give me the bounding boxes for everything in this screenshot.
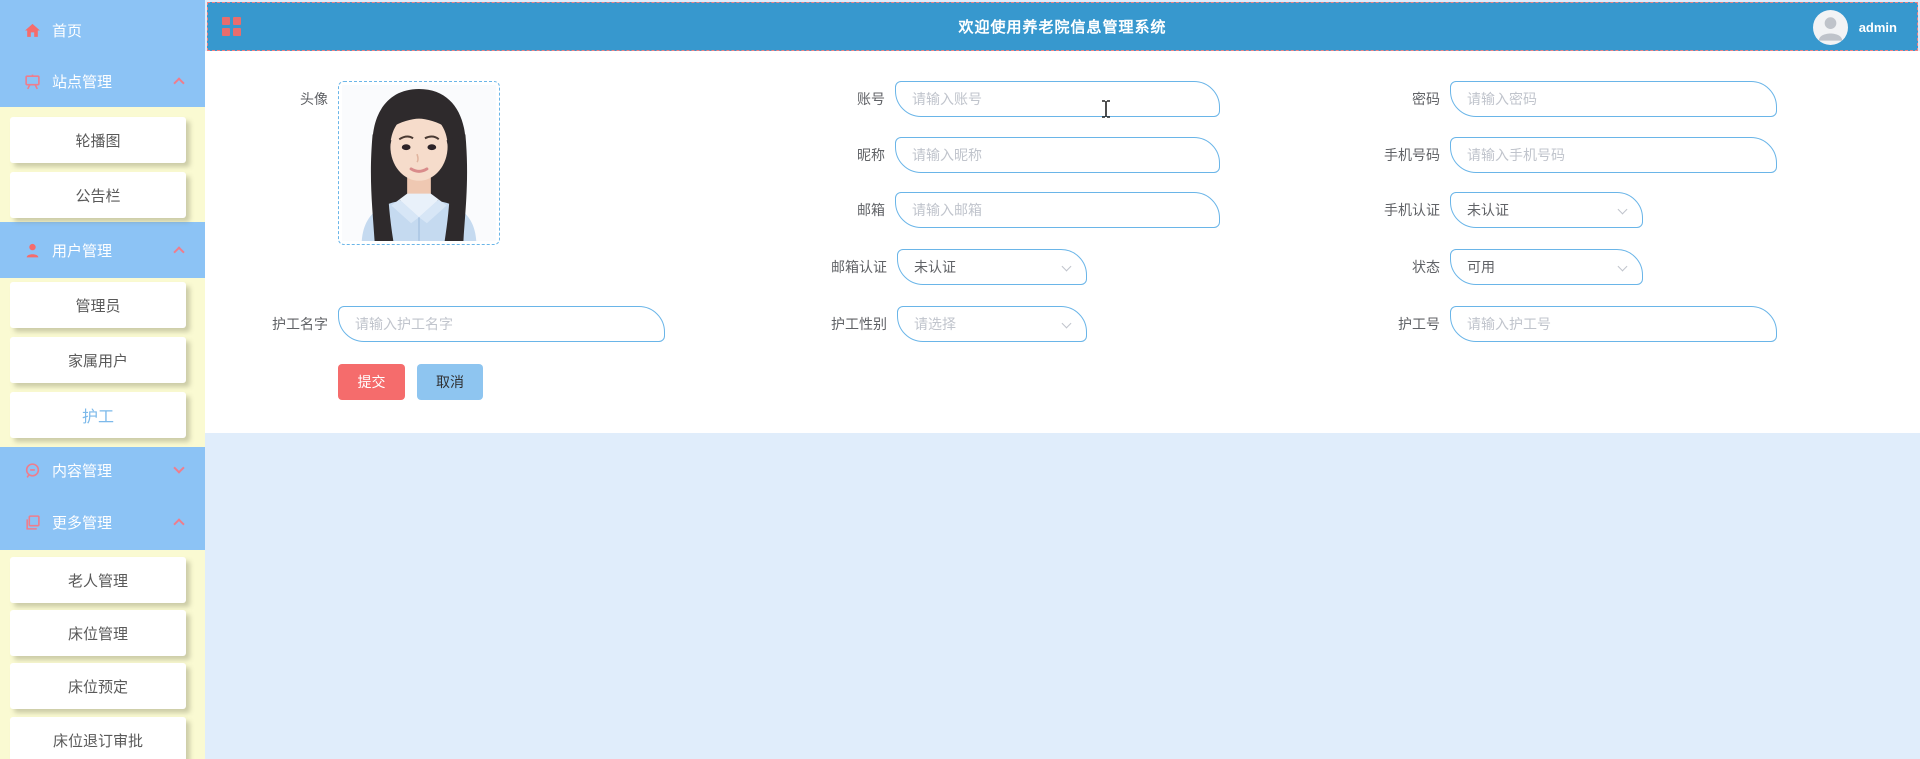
sidebar-item-family-users[interactable]: 家属用户 <box>10 337 186 383</box>
phone-input[interactable] <box>1450 137 1777 173</box>
email-input[interactable] <box>895 192 1220 228</box>
chevron-up-icon <box>173 77 185 89</box>
sidebar-item-bed-cancel-approval[interactable]: 床位退订审批 <box>10 717 186 759</box>
status-value: 可用 <box>1467 259 1495 275</box>
sidebar-item-label: 轮播图 <box>75 132 121 150</box>
sidebar-item-bulletin[interactable]: 公告栏 <box>10 172 186 218</box>
status-label: 状态 <box>1412 259 1440 275</box>
sidebar-item-caregivers[interactable]: 护工 <box>10 392 186 438</box>
sidebar-item-user-management[interactable]: 用户管理 <box>0 232 205 268</box>
password-label: 密码 <box>1412 91 1440 107</box>
password-input[interactable] <box>1450 81 1777 117</box>
caregiver-name-input[interactable] <box>338 306 665 342</box>
sidebar-item-label: 床位退订审批 <box>52 732 143 750</box>
presentation-icon <box>24 73 41 90</box>
email-auth-label: 邮箱认证 <box>831 259 887 275</box>
copy-icon <box>24 514 41 531</box>
username-label: admin <box>1858 20 1897 35</box>
account-label: 账号 <box>857 91 885 107</box>
caregiver-name-label: 护工名字 <box>272 316 328 332</box>
sidebar-item-label: 公告栏 <box>75 187 121 205</box>
caregiver-gender-select[interactable]: 请选择 <box>897 306 1087 342</box>
sidebar-item-bed-booking[interactable]: 床位预定 <box>10 663 186 709</box>
header-user-area[interactable]: admin <box>1812 10 1897 45</box>
sidebar-item-label: 护工 <box>81 409 114 426</box>
email-auth-select[interactable]: 未认证 <box>897 249 1087 285</box>
menu-grid-icon[interactable] <box>222 17 241 36</box>
header-bar: 欢迎使用养老院信息管理系统 admin <box>207 2 1918 51</box>
phone-auth-select[interactable]: 未认证 <box>1450 192 1643 228</box>
email-auth-value: 未认证 <box>914 259 956 275</box>
email-label: 邮箱 <box>857 202 885 218</box>
chevron-down-icon <box>1061 318 1072 329</box>
nickname-label: 昵称 <box>857 147 885 163</box>
cancel-button[interactable]: 取消 <box>417 364 483 400</box>
phone-auth-label: 手机认证 <box>1384 202 1440 218</box>
sidebar-item-more-management[interactable]: 更多管理 <box>0 504 205 540</box>
sidebar-item-label: 更多管理 <box>52 514 113 532</box>
phone-label: 手机号码 <box>1384 147 1440 163</box>
page-title: 欢迎使用养老院信息管理系统 <box>958 19 1167 36</box>
phone-auth-value: 未认证 <box>1467 202 1509 218</box>
sidebar-item-admins[interactable]: 管理员 <box>10 282 186 328</box>
home-icon <box>24 22 41 39</box>
chevron-up-icon <box>173 246 185 258</box>
sidebar-item-label: 家属用户 <box>67 352 128 370</box>
nickname-input[interactable] <box>895 137 1220 173</box>
avatar-photo <box>342 85 496 241</box>
sidebar-item-label: 用户管理 <box>52 242 113 260</box>
caregiver-id-label: 护工号 <box>1398 316 1440 332</box>
sidebar-item-label: 内容管理 <box>52 462 113 480</box>
chevron-down-icon <box>1617 261 1628 272</box>
sidebar-item-site-management[interactable]: 站点管理 <box>0 63 205 99</box>
sidebar-item-content-management[interactable]: 内容管理 <box>0 452 205 488</box>
sidebar-item-home[interactable]: 首页 <box>0 12 205 48</box>
sidebar-item-label: 站点管理 <box>52 73 113 91</box>
sidebar-item-elder-management[interactable]: 老人管理 <box>10 557 186 603</box>
user-avatar-icon <box>1812 10 1848 45</box>
sidebar-item-carousel[interactable]: 轮播图 <box>10 117 186 163</box>
status-select[interactable]: 可用 <box>1450 249 1643 285</box>
avatar-upload-box[interactable] <box>338 81 500 245</box>
chevron-down-icon <box>1617 204 1628 215</box>
caregiver-id-input[interactable] <box>1450 306 1777 342</box>
caregiver-gender-label: 护工性别 <box>831 316 887 332</box>
chevron-down-icon <box>173 462 185 474</box>
chevron-down-icon <box>1061 261 1072 272</box>
sidebar: 首页 站点管理 轮播图 公告栏 用户管理 管理员 家属用户 护工 内容管理 更多… <box>0 0 205 759</box>
chat-icon <box>24 462 41 479</box>
sidebar-item-bed-management[interactable]: 床位管理 <box>10 610 186 656</box>
sidebar-item-label: 首页 <box>52 22 83 40</box>
caregiver-gender-value: 请选择 <box>914 316 956 332</box>
text-cursor-icon <box>1102 100 1110 118</box>
chevron-up-icon <box>173 518 185 530</box>
account-input[interactable] <box>895 81 1220 117</box>
user-icon <box>24 242 41 259</box>
caregiver-form-card: 头像 账号 密码 昵称 手机号码 邮箱 <box>205 51 1920 433</box>
avatar-label: 头像 <box>300 91 328 107</box>
sidebar-item-label: 管理员 <box>75 297 121 315</box>
sidebar-item-label: 床位管理 <box>67 625 128 643</box>
sidebar-item-label: 床位预定 <box>67 678 128 696</box>
sidebar-item-label: 老人管理 <box>67 572 128 590</box>
submit-button[interactable]: 提交 <box>338 364 405 400</box>
